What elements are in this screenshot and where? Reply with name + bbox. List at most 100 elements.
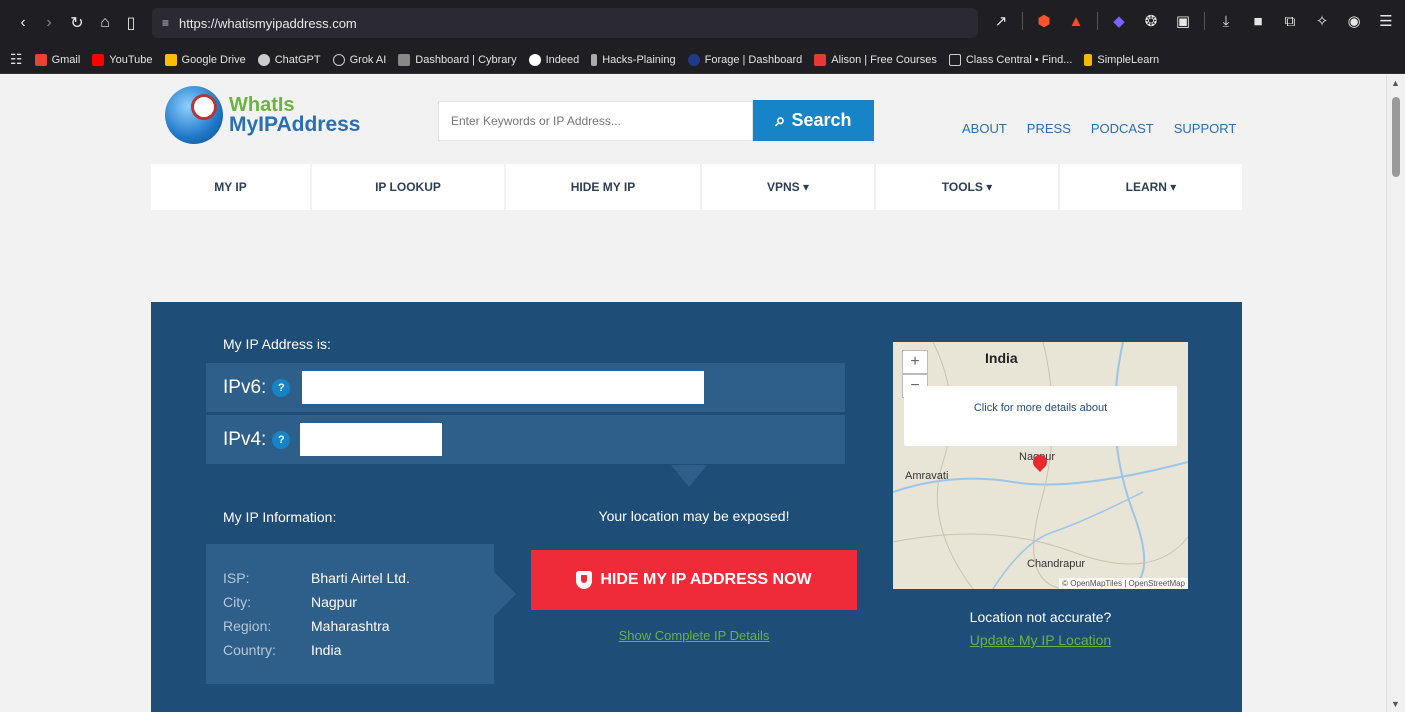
- site-logo[interactable]: WhatIs MyIPAddress: [165, 86, 361, 144]
- show-ip-details-link[interactable]: Show Complete IP Details: [531, 628, 857, 643]
- map-attribution[interactable]: © OpenMapTiles | OpenStreetMap: [1059, 578, 1188, 589]
- puzzle-icon[interactable]: ❂: [1140, 10, 1162, 32]
- share-icon[interactable]: ↗: [990, 10, 1012, 32]
- bookmark-hacks-plaining[interactable]: Hacks-Plaining: [591, 53, 676, 66]
- ip-info-heading: My IP Information:: [223, 509, 337, 525]
- bookmark-class-central[interactable]: Class Central • Find...: [948, 53, 1073, 66]
- indeed-icon: [528, 53, 541, 66]
- scroll-down-icon[interactable]: ▼: [1391, 699, 1400, 709]
- ip-box-notch: [671, 465, 707, 487]
- google-drive-icon: [164, 53, 177, 66]
- bookmarks-bar: ☷ Gmail YouTube Google Drive ChatGPT Gro…: [0, 46, 1405, 74]
- nav-hide-my-ip[interactable]: HIDE MY IP: [506, 164, 702, 210]
- bookmark-label: Alison | Free Courses: [831, 53, 937, 66]
- map-city-label: Amravati: [905, 470, 949, 482]
- info-row-city: City: Nagpur: [223, 590, 494, 614]
- ipv4-value-redacted: [300, 423, 442, 456]
- bookmark-label: Forage | Dashboard: [704, 53, 803, 66]
- bookmark-gmail[interactable]: Gmail: [34, 53, 80, 66]
- bookmark-youtube[interactable]: YouTube: [92, 53, 153, 66]
- vpn-icon[interactable]: ◉: [1343, 10, 1365, 32]
- info-key: ISP:: [223, 570, 250, 586]
- location-map[interactable]: India + − Click for more details about A…: [893, 342, 1188, 589]
- hide-my-ip-button[interactable]: HIDE MY IP ADDRESS NOW: [531, 550, 857, 610]
- bookmark-grok[interactable]: Grok AI: [332, 53, 386, 66]
- search-icon: ⌕: [775, 110, 786, 130]
- ipv6-help-icon[interactable]: ?: [272, 378, 291, 397]
- bookmark-label: ChatGPT: [274, 53, 321, 66]
- brave-shield-icon[interactable]: ⬢: [1033, 10, 1055, 32]
- wallet-icon[interactable]: ▣: [1172, 10, 1194, 32]
- bookmark-cybrary[interactable]: Dashboard | Cybrary: [398, 53, 517, 66]
- toolbar-right-icons: ↗ ⬢ ▲ ◆ ❂ ▣ ⤓ ■ ⧉ ✧ ◉ ☰: [990, 10, 1397, 32]
- toplink-about[interactable]: ABOUT: [962, 121, 1007, 136]
- bookmark-google-drive[interactable]: Google Drive: [164, 53, 246, 66]
- ipv6-value-redacted: [302, 371, 704, 404]
- info-key: Country:: [223, 642, 276, 658]
- shield-icon: [576, 571, 593, 589]
- nav-vpns[interactable]: VPNS ▾: [702, 164, 876, 210]
- site-info-icon[interactable]: ≡: [162, 16, 169, 30]
- forward-icon[interactable]: ›: [36, 10, 62, 36]
- nav-my-ip[interactable]: MY IP: [151, 164, 312, 210]
- bookmark-simplelearn[interactable]: SimpleLearn: [1084, 53, 1159, 66]
- leo-ai-icon[interactable]: ✧: [1311, 10, 1333, 32]
- bookmark-label: Dashboard | Cybrary: [415, 53, 517, 66]
- sidebar-icon[interactable]: ■: [1247, 10, 1269, 32]
- logo-line-1: WhatIs: [229, 94, 295, 116]
- main-navigation: MY IP IP LOOKUP HIDE MY IP VPNS ▾ TOOLS …: [151, 164, 1242, 210]
- info-row-isp: ISP: Bharti Airtel Ltd.: [223, 566, 494, 590]
- grok-icon: [332, 53, 345, 66]
- bookmark-chatgpt[interactable]: ChatGPT: [257, 53, 321, 66]
- web-page: WhatIs MyIPAddress ⌕ Search ABOUT PRESS …: [0, 75, 1386, 712]
- youtube-icon: [92, 53, 105, 66]
- scroll-up-icon[interactable]: ▲: [1391, 78, 1400, 88]
- bookmark-label: Hacks-Plaining: [602, 53, 676, 66]
- bookmark-indeed[interactable]: Indeed: [528, 53, 580, 66]
- download-icon[interactable]: ⤓: [1215, 10, 1237, 32]
- map-popup[interactable]: Click for more details about: [904, 386, 1177, 446]
- map-zoom-in-button[interactable]: +: [902, 350, 928, 374]
- bookmark-forage[interactable]: Forage | Dashboard: [687, 53, 803, 66]
- logo-text: WhatIs MyIPAddress: [229, 95, 361, 135]
- extension-icon[interactable]: ◆: [1108, 10, 1130, 32]
- menu-icon[interactable]: ☰: [1375, 10, 1397, 32]
- cybrary-icon: [398, 53, 411, 66]
- toplink-support[interactable]: SUPPORT: [1174, 121, 1237, 136]
- bookmark-label: Indeed: [545, 53, 580, 66]
- ipv4-help-icon[interactable]: ?: [272, 430, 291, 449]
- apps-grid-icon[interactable]: ☷: [10, 51, 23, 68]
- info-value: India: [311, 642, 342, 658]
- toolbar-separator: [1022, 12, 1023, 30]
- scroll-thumb[interactable]: [1392, 97, 1400, 177]
- hacks-plaining-icon: [591, 53, 598, 66]
- simplelearn-icon: [1084, 53, 1093, 66]
- search-input[interactable]: [438, 101, 753, 141]
- nav-ip-lookup[interactable]: IP LOOKUP: [312, 164, 506, 210]
- browser-toolbar: ‹ › ↻ ⌂ ▯ ≡ https://whatismyipaddress.co…: [0, 0, 1405, 46]
- info-value: Maharashtra: [311, 618, 390, 634]
- bookmark-label: Class Central • Find...: [965, 53, 1073, 66]
- bookmark-icon[interactable]: ▯: [118, 10, 144, 36]
- back-icon[interactable]: ‹: [10, 10, 36, 36]
- map-city-label: Chandrapur: [1027, 558, 1086, 570]
- page-scrollbar[interactable]: ▲ ▼: [1386, 75, 1405, 712]
- info-value: Nagpur: [311, 594, 357, 610]
- bookmark-alison[interactable]: Alison | Free Courses: [814, 53, 937, 66]
- nav-tools[interactable]: TOOLS ▾: [876, 164, 1060, 210]
- reload-icon[interactable]: ↻: [64, 10, 90, 36]
- address-bar[interactable]: ≡ https://whatismyipaddress.com: [152, 8, 978, 38]
- brave-rewards-icon[interactable]: ▲: [1065, 10, 1087, 32]
- update-location-link[interactable]: Update My IP Location: [893, 632, 1188, 648]
- toplink-press[interactable]: PRESS: [1027, 121, 1071, 136]
- home-icon[interactable]: ⌂: [92, 10, 118, 36]
- tab-search-icon[interactable]: ⧉: [1279, 10, 1301, 32]
- bookmark-label: Google Drive: [181, 53, 246, 66]
- exposure-warning: Your location may be exposed!: [598, 508, 790, 524]
- globe-logo-icon: [165, 86, 223, 144]
- search-button[interactable]: ⌕ Search: [753, 100, 874, 141]
- ip-info-panel: My IP Address is: IPv6: ? IPv4: ? My IP …: [151, 302, 1242, 712]
- toplink-podcast[interactable]: PODCAST: [1091, 121, 1154, 136]
- nav-learn[interactable]: LEARN ▾: [1060, 164, 1242, 210]
- bookmark-label: YouTube: [109, 53, 153, 66]
